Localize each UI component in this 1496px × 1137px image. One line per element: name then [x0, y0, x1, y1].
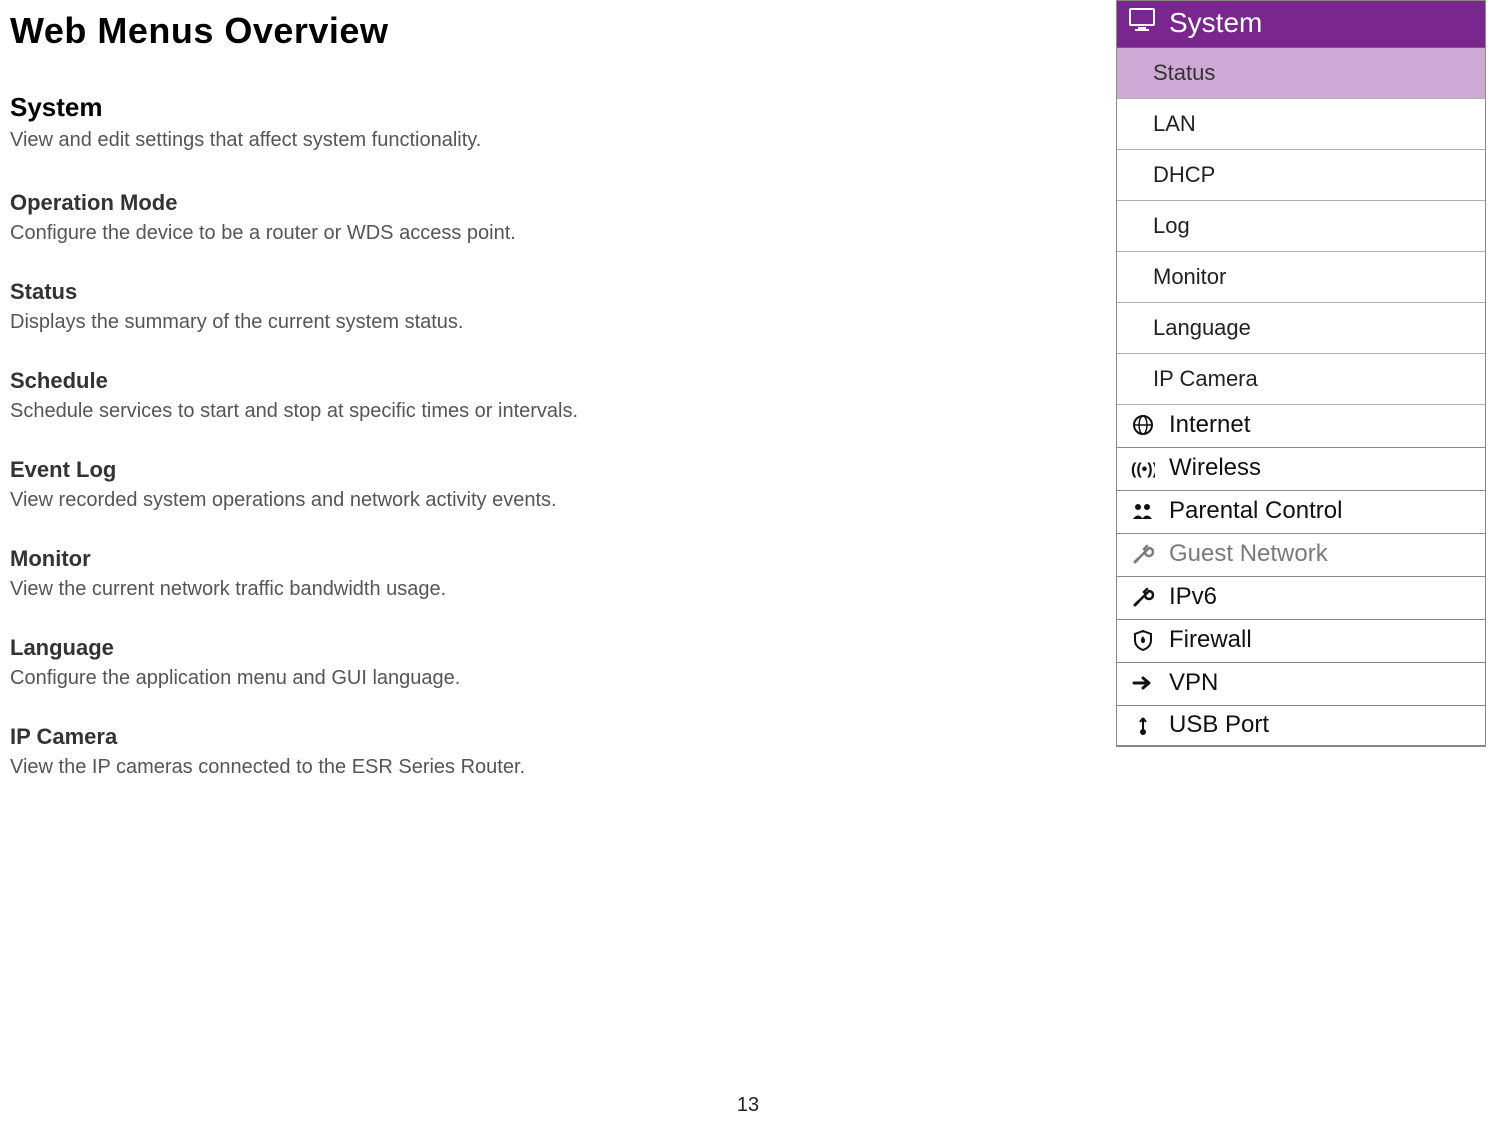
submenu-item-lan[interactable]: LAN: [1117, 99, 1485, 150]
item-title-event-log: Event Log: [10, 457, 1096, 483]
item-title-status: Status: [10, 279, 1096, 305]
category-label: USB Port: [1169, 711, 1269, 739]
item-title-schedule: Schedule: [10, 368, 1096, 394]
submenu-label: Language: [1153, 315, 1251, 340]
item-desc-operation-mode: Configure the device to be a router or W…: [10, 222, 1096, 245]
category-item-usb-port[interactable]: USB Port: [1117, 706, 1485, 746]
usb-icon: [1129, 714, 1157, 736]
submenu-item-dhcp[interactable]: DHCP: [1117, 150, 1485, 201]
people-icon: [1129, 501, 1157, 521]
page-title: Web Menus Overview: [10, 10, 1096, 52]
item-title-monitor: Monitor: [10, 546, 1096, 572]
monitor-icon: [1129, 7, 1155, 39]
item-title-operation-mode: Operation Mode: [10, 190, 1096, 216]
wrench-icon: [1129, 586, 1157, 608]
category-item-vpn[interactable]: VPN: [1117, 663, 1485, 706]
category-label: Parental Control: [1169, 497, 1342, 525]
menu-header-label: System: [1169, 7, 1262, 39]
section-desc-system: View and edit settings that affect syste…: [10, 129, 1096, 152]
item-title-language: Language: [10, 635, 1096, 661]
submenu-item-language[interactable]: Language: [1117, 303, 1485, 354]
arrow-icon: [1129, 674, 1157, 692]
category-label: VPN: [1169, 669, 1218, 697]
category-item-guest-network[interactable]: Guest Network: [1117, 534, 1485, 577]
wrench-icon: [1129, 543, 1157, 565]
svg-text:((•)): ((•)): [1131, 461, 1155, 478]
category-item-firewall[interactable]: Firewall: [1117, 620, 1485, 663]
content-column: Web Menus Overview System View and edit …: [0, 0, 1116, 1137]
submenu-label: Status: [1153, 60, 1215, 85]
item-desc-status: Displays the summary of the current syst…: [10, 311, 1096, 334]
item-title-ip-camera: IP Camera: [10, 724, 1096, 750]
category-item-wireless[interactable]: ((•)) Wireless: [1117, 448, 1485, 491]
shield-icon: [1129, 629, 1157, 651]
item-desc-monitor: View the current network traffic bandwid…: [10, 578, 1096, 601]
submenu-label: Monitor: [1153, 264, 1226, 289]
category-item-parental-control[interactable]: Parental Control: [1117, 491, 1485, 534]
section-title-system: System: [10, 92, 1096, 123]
menu-screenshot: System Status LAN DHCP Log Monitor Langu…: [1116, 0, 1496, 1137]
item-desc-schedule: Schedule services to start and stop at s…: [10, 400, 1096, 423]
submenu-label: LAN: [1153, 111, 1196, 136]
wifi-icon: ((•)): [1129, 458, 1157, 478]
item-desc-language: Configure the application menu and GUI l…: [10, 667, 1096, 690]
submenu-label: IP Camera: [1153, 366, 1258, 391]
category-label: IPv6: [1169, 583, 1217, 611]
menu-header-system[interactable]: System: [1117, 1, 1485, 48]
category-item-ipv6[interactable]: IPv6: [1117, 577, 1485, 620]
submenu-item-log[interactable]: Log: [1117, 201, 1485, 252]
submenu-label: DHCP: [1153, 162, 1215, 187]
category-label: Firewall: [1169, 626, 1252, 654]
category-label: Wireless: [1169, 454, 1261, 482]
item-desc-ip-camera: View the IP cameras connected to the ESR…: [10, 756, 1096, 779]
submenu-item-status[interactable]: Status: [1117, 48, 1485, 99]
submenu-item-monitor[interactable]: Monitor: [1117, 252, 1485, 303]
globe-icon: [1129, 414, 1157, 436]
category-label: Internet: [1169, 411, 1250, 439]
item-desc-event-log: View recorded system operations and netw…: [10, 489, 1096, 512]
submenu-label: Log: [1153, 213, 1190, 238]
category-item-internet[interactable]: Internet: [1117, 405, 1485, 448]
menu-panel: System Status LAN DHCP Log Monitor Langu…: [1116, 0, 1486, 747]
page-number: 13: [737, 1094, 759, 1117]
category-label: Guest Network: [1169, 540, 1328, 568]
submenu-item-ip-camera[interactable]: IP Camera: [1117, 354, 1485, 405]
